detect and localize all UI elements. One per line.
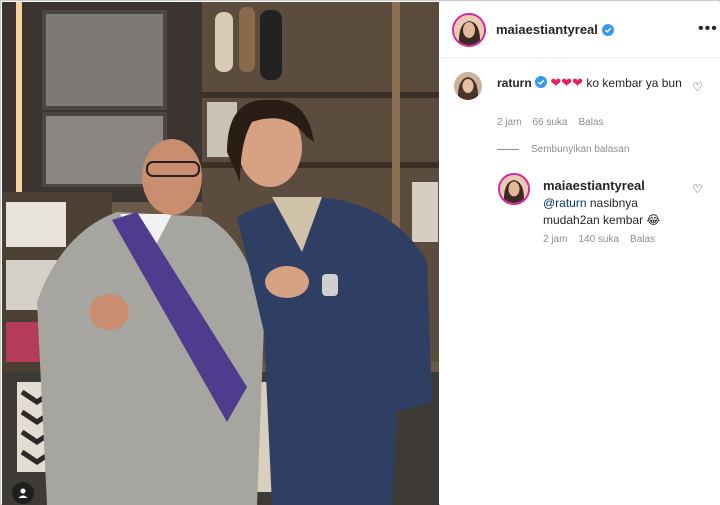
tagged-users-icon[interactable] — [12, 482, 34, 504]
comment-likes[interactable]: 66 suka — [532, 117, 567, 128]
comment-text: ko kembar ya bun — [586, 76, 682, 90]
author-avatar[interactable] — [452, 13, 486, 47]
post-image — [2, 2, 439, 505]
reply-username[interactable]: maiaestiantyreal — [543, 178, 645, 193]
ellipsis-icon[interactable]: ••• — [698, 20, 718, 38]
post-photo[interactable] — [2, 2, 439, 505]
commenter-username[interactable]: raturn — [497, 76, 532, 90]
comment-time: 2 jam — [497, 117, 522, 128]
like-heart-icon[interactable]: ♡ — [692, 80, 703, 94]
divider-line — [497, 149, 519, 150]
reply-meta: 2 jam 140 suka Balas — [543, 234, 655, 245]
reply-time: 2 jam — [543, 234, 568, 245]
laughing-emoji: 😂 — [646, 213, 661, 227]
reply-button[interactable]: Balas — [578, 117, 603, 128]
screenshot-frame: maiaestiantyreal ••• raturn ❤❤❤ ko kemba… — [0, 0, 720, 505]
verified-badge-icon — [535, 76, 548, 88]
commenter-avatar[interactable] — [454, 72, 482, 100]
post-header: maiaestiantyreal ••• — [440, 2, 720, 58]
comments-panel: maiaestiantyreal ••• raturn ❤❤❤ ko kemba… — [440, 2, 720, 505]
comment: raturn ❤❤❤ ko kembar ya bun — [497, 74, 687, 92]
mention-link[interactable]: @raturn — [543, 196, 587, 210]
reply: maiaestiantyreal @raturn nasibnya mudah2… — [543, 177, 688, 229]
heart-emoji: ❤❤❤ — [550, 75, 584, 90]
hide-replies-toggle[interactable]: Sembunyikan balasan — [497, 144, 629, 155]
hide-replies-label: Sembunyikan balasan — [531, 144, 630, 155]
verified-badge-icon — [601, 23, 614, 36]
like-heart-icon[interactable]: ♡ — [692, 182, 703, 196]
reply-author-avatar[interactable] — [498, 173, 530, 205]
comment-meta: 2 jam 66 suka Balas — [497, 117, 604, 128]
author-username[interactable]: maiaestiantyreal — [496, 22, 598, 37]
reply-likes[interactable]: 140 suka — [578, 234, 619, 245]
reply-button[interactable]: Balas — [630, 234, 655, 245]
